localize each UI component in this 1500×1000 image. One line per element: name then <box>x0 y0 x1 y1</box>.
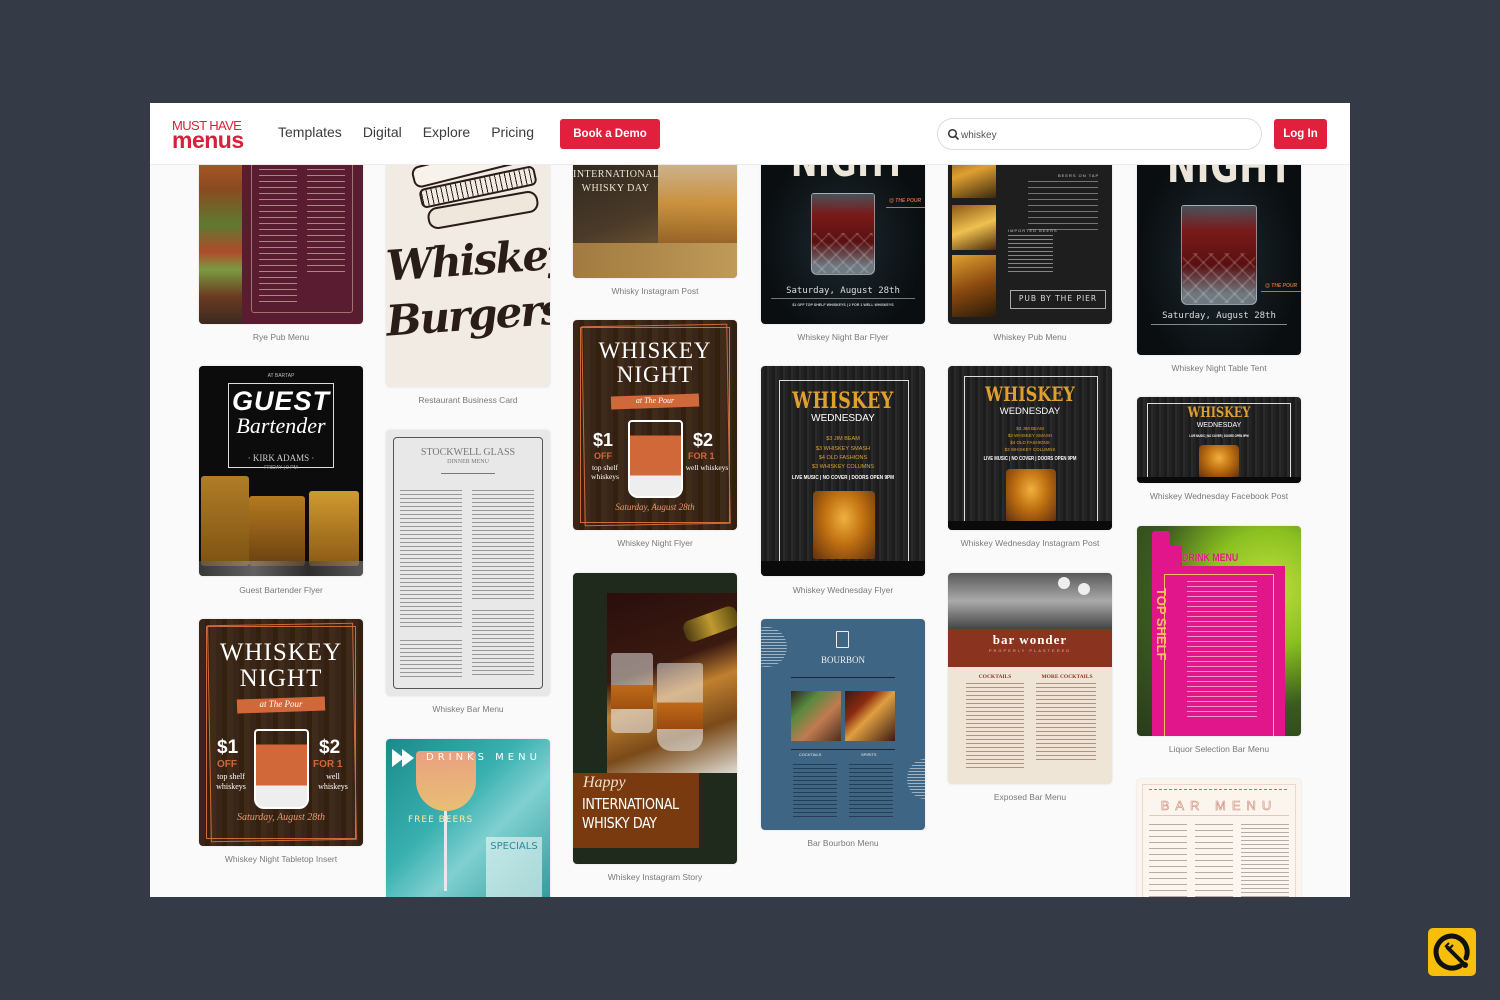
template-thumbnail: NIGHT @ THE POUR Saturday, August 28th $… <box>761 143 925 324</box>
template-thumbnail: WHISKEY WEDNESDAY $3 JIM BEAM $3 WHISKEY… <box>761 366 925 576</box>
template-thumbnail: WHISKEY WEDNESDAY LIVE MUSIC | NO COVER … <box>1137 397 1301 483</box>
template-title: Restaurant Business Card <box>418 395 518 405</box>
template-thumbnail: bar wonder PROPERLY PLASTERED COCKTAILS … <box>948 573 1112 784</box>
template-thumbnail: STOCKWELL GLASS DINNER MENU <box>386 430 550 696</box>
template-thumbnail: BAR MENU <box>1137 779 1301 897</box>
browser-window: MUST HAVE menus Templates Digital Explor… <box>150 103 1350 897</box>
site-header: MUST HAVE menus Templates Digital Explor… <box>150 103 1350 165</box>
template-thumbnail: BEERS ON TAP IMPORTED BEERS PUB BY THE P… <box>948 143 1112 324</box>
template-thumbnail: WHISKEY NIGHT at The Pour $1 OFF top she… <box>199 619 363 846</box>
template-thumbnail: WHISKEY NIGHT at The Pour $1 OFF top she… <box>573 320 737 530</box>
template-title: Whiskey Wednesday Instagram Post <box>960 538 1100 548</box>
template-title: Guest Bartender Flyer <box>239 585 323 595</box>
template-thumbnail: Happy INTERNATIONAL WHISKY DAY <box>573 573 737 864</box>
template-thumbnail: WHISKEY WEDNESDAY $3 JIM BEAM $3 WHISKEY… <box>948 366 1112 530</box>
nav-explore[interactable]: Explore <box>423 124 470 140</box>
app-badge[interactable] <box>1428 928 1476 976</box>
nav-pricing[interactable]: Pricing <box>491 124 534 140</box>
template-title: Whiskey Bar Menu <box>432 704 504 714</box>
template-title: Whiskey Pub Menu <box>993 332 1067 342</box>
nav-digital[interactable]: Digital <box>363 124 402 140</box>
logo-line2: menus <box>172 127 244 153</box>
template-title: Exposed Bar Menu <box>993 792 1067 802</box>
template-title: Whisky Instagram Post <box>611 286 699 296</box>
template-title: Whiskey Night Table Tent <box>1171 363 1267 373</box>
template-title: Whiskey Wednesday Facebook Post <box>1149 491 1289 501</box>
template-thumbnail: NIGHT @ THE POUR Saturday, August 28th <box>1137 143 1301 355</box>
template-thumbnail: DRINKS MENU FREE BEERS SPECIALS <box>386 739 550 897</box>
template-title: Rye Pub Menu <box>252 332 310 342</box>
template-thumbnail: Whiskey Burgers <box>386 143 550 387</box>
template-thumbnail: DRINK MENU TOP SHELF <box>1137 526 1301 736</box>
search-box[interactable] <box>937 118 1262 150</box>
main-nav: Templates Digital Explore Pricing <box>278 124 534 140</box>
template-thumbnail: BOURBON COCKTAILS SPIRITS <box>761 619 925 830</box>
search-input[interactable] <box>961 125 1251 145</box>
nav-templates[interactable]: Templates <box>278 124 342 140</box>
template-title: Whiskey Wednesday Flyer <box>792 585 894 595</box>
logo[interactable]: MUST HAVE menus <box>172 119 254 152</box>
template-title: Whiskey Night Flyer <box>617 538 693 548</box>
template-title: Liquor Selection Bar Menu <box>1168 744 1270 754</box>
template-title: Whiskey Night Tabletop Insert <box>224 854 338 864</box>
template-title: Whiskey Night Bar Flyer <box>797 332 889 342</box>
login-button[interactable]: Log In <box>1274 119 1327 149</box>
fork-bulb-icon <box>1433 933 1470 971</box>
template-title: Whiskey Instagram Story <box>607 872 703 882</box>
template-thumbnail <box>199 143 363 324</box>
template-title: Bar Bourbon Menu <box>807 838 879 848</box>
template-thumbnail: AT BARTAP GUEST Bartender · KIRK ADAMS ·… <box>199 366 363 576</box>
book-demo-button[interactable]: Book a Demo <box>560 119 660 149</box>
search-icon <box>947 128 959 140</box>
